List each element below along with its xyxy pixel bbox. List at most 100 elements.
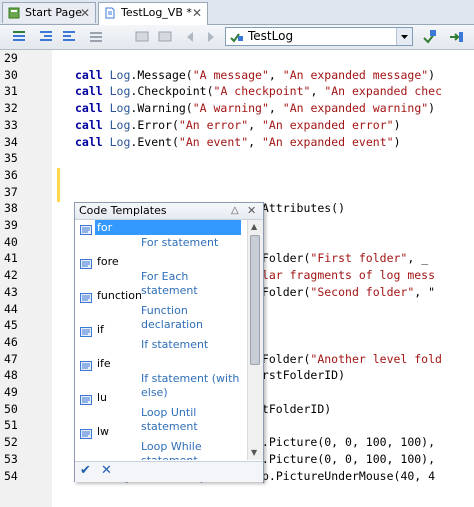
code-line[interactable]: call Log.Warning("A warning", "An expand… <box>75 100 435 117</box>
popup-scrollbar[interactable]: ▲ ▼ <box>247 220 263 460</box>
code-token: Log <box>109 117 131 132</box>
code-token: call <box>75 84 110 99</box>
scroll-thumb[interactable] <box>250 235 260 365</box>
code-token: Message( <box>137 67 193 82</box>
line-number: 54 <box>4 468 18 483</box>
template-item[interactable]: fore For Each statement <box>75 254 247 297</box>
code-line[interactable]: call Log.Checkpoint("A checkpoint", "An … <box>75 83 442 100</box>
code-token: "An expanded warning" <box>282 101 429 116</box>
code-token: Error( <box>137 117 179 132</box>
tab-testlog-vb[interactable]: TestLog_VB * ✕ <box>98 2 208 25</box>
line-number: 35 <box>4 151 18 166</box>
code-templates-popup: Code Templates △ ✕ for For statement fore F… <box>74 202 264 482</box>
close-icon[interactable]: ✕ <box>80 3 90 23</box>
line-number: 29 <box>4 51 18 65</box>
chevron-down-icon[interactable] <box>396 28 412 45</box>
line-number: 41 <box>4 251 18 266</box>
code-token: , <box>268 67 283 82</box>
modified-line-marker <box>57 168 60 202</box>
code-line[interactable]: call Log.Event("An event", "An expanded … <box>75 134 401 151</box>
run-routine-icon[interactable] <box>447 28 465 46</box>
bookmark-icon[interactable] <box>133 28 151 46</box>
code-token: "An expanded event" <box>262 134 394 149</box>
template-item[interactable]: lu Loop Until statement <box>75 390 247 433</box>
code-token: ) <box>428 101 436 116</box>
tab-start-page[interactable]: Start Page ✕ <box>2 2 96 23</box>
close-icon[interactable]: ✕ <box>247 203 256 219</box>
bookmark-next-icon[interactable] <box>156 28 174 46</box>
template-name: function <box>97 289 142 302</box>
template-name: if <box>97 323 104 336</box>
indent-icon[interactable] <box>37 28 55 46</box>
line-number: 46 <box>4 334 18 349</box>
code-token: "An expanded error" <box>262 117 394 132</box>
tab-label: TestLog_VB * <box>121 6 192 19</box>
arrow-left-icon[interactable] <box>181 28 199 46</box>
code-token: ) <box>428 67 436 82</box>
add-routine-icon[interactable] <box>420 28 438 46</box>
arrow-right-icon[interactable] <box>202 28 220 46</box>
line-number: 49 <box>4 385 18 399</box>
code-token: Log <box>109 101 131 116</box>
code-token: "An expanded message" <box>282 67 429 82</box>
template-item[interactable]: lw Loop While statement <box>75 424 247 460</box>
code-token: "Second folder" <box>310 284 415 299</box>
line-number: 47 <box>4 351 18 366</box>
template-icon <box>80 293 92 303</box>
code-token: call <box>75 134 110 149</box>
template-description: Loop While statement <box>141 440 202 460</box>
code-token: "An error" <box>178 117 249 132</box>
template-icon <box>80 429 92 439</box>
line-number: 36 <box>4 167 18 182</box>
scroll-up-icon[interactable]: ▲ <box>251 222 257 231</box>
tab-label: Start Page <box>25 6 82 19</box>
code-token: , <box>310 84 325 99</box>
template-list[interactable]: for For statement fore For Each statement fu… <box>75 220 247 460</box>
line-number: 39 <box>4 218 18 232</box>
template-icon <box>80 327 92 337</box>
line-number: 53 <box>4 451 18 466</box>
line-number: 42 <box>4 268 18 283</box>
template-item[interactable]: if If statement <box>75 322 247 356</box>
routine-selector[interactable]: TestLog <box>225 27 413 46</box>
close-icon[interactable]: ✕ <box>192 3 202 23</box>
template-icon <box>80 225 92 235</box>
code-token: Log <box>109 67 131 82</box>
scroll-down-icon[interactable]: ▼ <box>251 448 257 457</box>
line-number: 38 <box>4 201 18 216</box>
template-icon <box>80 361 92 371</box>
code-line[interactable]: call Log.Message("A message", "An expand… <box>75 67 435 84</box>
popup-footer: ✔ ✕ <box>75 461 263 482</box>
template-name: for <box>95 220 241 235</box>
comment-icon[interactable] <box>87 28 105 46</box>
popup-title: Code Templates <box>79 204 167 217</box>
template-item[interactable]: ife If statement (with else) <box>75 356 247 399</box>
line-number: 33 <box>4 117 18 132</box>
ok-button[interactable]: ✔ <box>80 463 91 478</box>
template-item[interactable]: for For statement <box>75 220 247 254</box>
code-token: Checkpoint( <box>137 84 214 99</box>
step-icon[interactable] <box>10 28 28 46</box>
document-tab-bar: Start Page ✕ TestLog_VB * ✕ <box>0 0 474 25</box>
line-number: 37 <box>4 184 18 199</box>
line-number: 32 <box>4 101 18 116</box>
start-page-icon <box>8 7 20 19</box>
line-number: 44 <box>4 301 18 316</box>
template-description: For statement <box>141 236 219 249</box>
code-token: , " <box>414 284 436 299</box>
collapse-icon[interactable]: △ <box>231 203 239 219</box>
line-number: 48 <box>4 368 18 383</box>
template-name: fore <box>97 255 119 268</box>
template-name: ife <box>97 357 111 370</box>
template-item[interactable]: function Function declaration <box>75 288 247 331</box>
template-description: If statement <box>141 338 209 351</box>
cancel-button[interactable]: ✕ <box>101 463 112 478</box>
line-number: 34 <box>4 134 18 149</box>
line-number: 52 <box>4 435 18 450</box>
outdent-icon[interactable] <box>60 28 78 46</box>
code-line[interactable]: call Log.Error("An error", "An expanded … <box>75 117 401 134</box>
code-token: , <box>248 134 262 149</box>
line-number: 43 <box>4 284 18 299</box>
routine-icon <box>230 33 243 43</box>
routine-name: TestLog <box>248 29 294 43</box>
